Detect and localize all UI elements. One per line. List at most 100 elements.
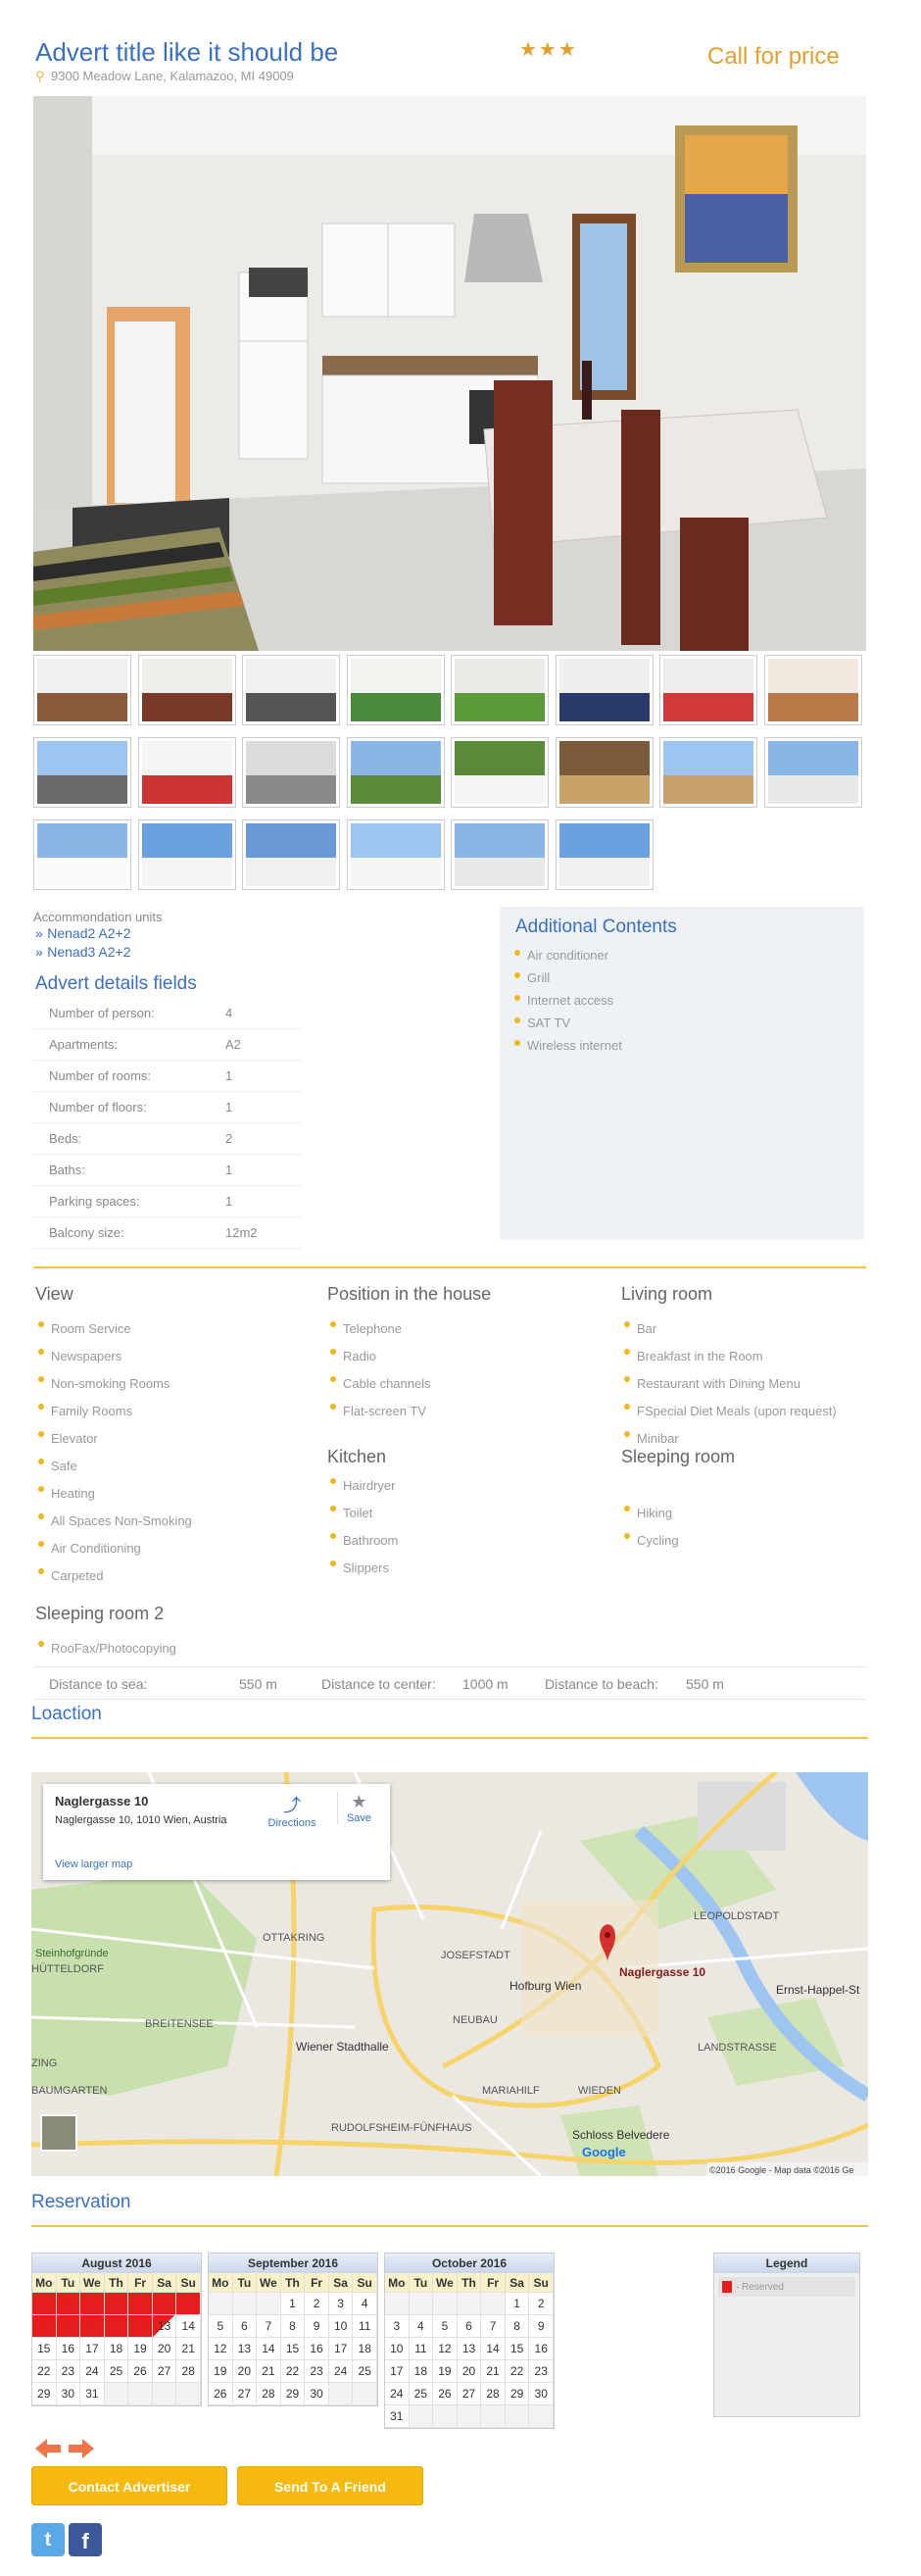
calendar-day[interactable]: 28: [481, 2383, 506, 2405]
calendar-day[interactable]: 10: [328, 2315, 354, 2338]
calendar-day[interactable]: 9: [305, 2315, 329, 2338]
calendar-day[interactable]: 24: [385, 2383, 410, 2405]
google-map[interactable]: Naglergasse 10 OTTAKRING JOSEFSTADT LEOP…: [31, 1772, 868, 2176]
calendar-day[interactable]: 14: [176, 2315, 201, 2338]
calendar-day[interactable]: 24: [80, 2360, 105, 2383]
calendar-day[interactable]: 2: [56, 2293, 81, 2315]
gallery-thumbnail[interactable]: [137, 819, 236, 890]
calendar-day[interactable]: 2: [305, 2293, 329, 2315]
gallery-thumbnail[interactable]: [242, 655, 340, 725]
calendar-day[interactable]: 13: [457, 2338, 482, 2360]
gallery-thumbnail[interactable]: [137, 655, 236, 725]
calendar-day[interactable]: 30: [305, 2383, 329, 2405]
calendar-day[interactable]: 21: [481, 2360, 506, 2383]
gallery-thumbnail[interactable]: [242, 737, 340, 808]
calendar-day[interactable]: 9: [529, 2315, 554, 2338]
calendar-day[interactable]: 17: [80, 2338, 105, 2360]
calendar-day[interactable]: 14: [257, 2338, 281, 2360]
calendar-day[interactable]: 13: [232, 2338, 258, 2360]
calendar-day[interactable]: 22: [505, 2360, 530, 2383]
gallery-thumbnail[interactable]: [659, 737, 757, 808]
view-larger-map-link[interactable]: View larger map: [55, 1858, 132, 1870]
calendar-day[interactable]: 15: [280, 2338, 306, 2360]
calendar-day[interactable]: 3: [80, 2293, 105, 2315]
gallery-thumbnail[interactable]: [33, 819, 131, 890]
calendar-day[interactable]: 27: [232, 2383, 258, 2405]
calendar-day[interactable]: 18: [104, 2338, 129, 2360]
calendar-day[interactable]: 1: [505, 2293, 530, 2315]
gallery-thumbnail[interactable]: [555, 737, 654, 808]
main-photo[interactable]: [33, 96, 866, 651]
calendar-day[interactable]: 12: [433, 2338, 458, 2360]
gallery-thumbnail[interactable]: [346, 819, 445, 890]
gallery-thumbnail[interactable]: [33, 737, 131, 808]
calendar-day[interactable]: 17: [328, 2338, 354, 2360]
calendar-day[interactable]: 10: [80, 2315, 105, 2338]
calendar-day[interactable]: 20: [232, 2360, 258, 2383]
unit-link-1[interactable]: » Nenad2 A2+2: [35, 925, 131, 943]
calendar-day[interactable]: 9: [56, 2315, 81, 2338]
calendar-day[interactable]: 29: [32, 2383, 57, 2405]
calendar-day[interactable]: 15: [505, 2338, 530, 2360]
calendar-day[interactable]: 30: [56, 2383, 81, 2405]
calendar-day[interactable]: 4: [353, 2293, 377, 2315]
calendar-day[interactable]: 17: [385, 2360, 410, 2383]
calendar-day[interactable]: 11: [409, 2338, 434, 2360]
contact-advertiser-button[interactable]: Contact Advertiser: [31, 2466, 227, 2505]
prev-month-arrow-icon[interactable]: [33, 2437, 63, 2460]
calendar-day[interactable]: 15: [32, 2338, 57, 2360]
calendar-day[interactable]: 30: [529, 2383, 554, 2405]
gallery-thumbnail[interactable]: [763, 737, 862, 808]
gallery-thumbnail[interactable]: [659, 655, 757, 725]
calendar-day[interactable]: 1: [32, 2293, 57, 2315]
calendar-day[interactable]: 31: [80, 2383, 105, 2405]
calendar-day[interactable]: 6: [232, 2315, 258, 2338]
calendar-day[interactable]: 4: [409, 2315, 434, 2338]
calendar-day[interactable]: 25: [353, 2360, 377, 2383]
send-to-friend-button[interactable]: Send To A Friend: [237, 2466, 423, 2505]
calendar-day[interactable]: 20: [152, 2338, 177, 2360]
calendar-day[interactable]: 10: [385, 2338, 410, 2360]
calendar-day[interactable]: 4: [104, 2293, 129, 2315]
calendar-day[interactable]: 16: [529, 2338, 554, 2360]
calendar-day[interactable]: 12: [128, 2315, 153, 2338]
calendar-day[interactable]: 5: [209, 2315, 233, 2338]
calendar-day[interactable]: 16: [56, 2338, 81, 2360]
calendar-day[interactable]: 11: [104, 2315, 129, 2338]
calendar-day[interactable]: 27: [457, 2383, 482, 2405]
twitter-icon[interactable]: t: [31, 2523, 65, 2556]
calendar-day[interactable]: 18: [409, 2360, 434, 2383]
gallery-thumbnail[interactable]: [451, 655, 549, 725]
facebook-icon[interactable]: f: [69, 2523, 102, 2556]
unit-link-text[interactable]: Nenad3 A2+2: [47, 944, 130, 960]
calendar-day[interactable]: 14: [481, 2338, 506, 2360]
gallery-thumbnail[interactable]: [33, 655, 131, 725]
calendar-day[interactable]: 7: [481, 2315, 506, 2338]
gallery-thumbnail[interactable]: [346, 737, 445, 808]
calendar-day[interactable]: 23: [529, 2360, 554, 2383]
calendar-day[interactable]: 8: [32, 2315, 57, 2338]
gallery-thumbnail[interactable]: [137, 737, 236, 808]
calendar-day[interactable]: 8: [280, 2315, 306, 2338]
calendar-day[interactable]: 19: [128, 2338, 153, 2360]
calendar-day[interactable]: 11: [353, 2315, 377, 2338]
calendar-day[interactable]: 25: [104, 2360, 129, 2383]
calendar-day[interactable]: 2: [529, 2293, 554, 2315]
calendar-day[interactable]: 16: [305, 2338, 329, 2360]
save-map-button[interactable]: ★ Save: [337, 1792, 380, 1824]
gallery-thumbnail[interactable]: [346, 655, 445, 725]
calendar-day[interactable]: 5: [433, 2315, 458, 2338]
calendar-day[interactable]: 21: [257, 2360, 281, 2383]
calendar-day[interactable]: 23: [56, 2360, 81, 2383]
calendar-day[interactable]: 22: [32, 2360, 57, 2383]
calendar-day[interactable]: 5: [128, 2293, 153, 2315]
calendar-day[interactable]: 6: [457, 2315, 482, 2338]
unit-link-text[interactable]: Nenad2 A2+2: [47, 925, 130, 941]
calendar-day[interactable]: 29: [505, 2383, 530, 2405]
calendar-day[interactable]: 13: [152, 2315, 177, 2338]
next-month-arrow-icon[interactable]: [67, 2437, 96, 2460]
directions-button[interactable]: ⤴ Directions: [263, 1792, 321, 1829]
calendar-day[interactable]: 12: [209, 2338, 233, 2360]
calendar-day[interactable]: 6: [152, 2293, 177, 2315]
calendar-day[interactable]: 27: [152, 2360, 177, 2383]
